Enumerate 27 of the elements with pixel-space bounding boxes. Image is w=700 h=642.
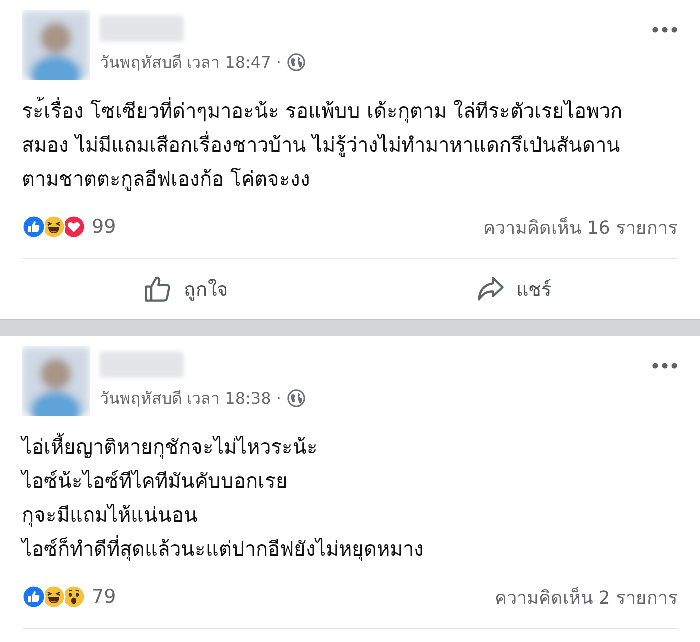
post-text-line: ระ้เรื่อง โซเซียวที่ด่าๆมาอะน้ะ รอแพ้บบ เด้ะกุตาม ใล่ทีระตัวเรยไอพวก xyxy=(22,94,678,128)
post-text-line: ไอซ์น้ะไอซ์ทีไคทีมันคับบอกเรย xyxy=(22,468,289,495)
globe-icon xyxy=(287,389,306,408)
comment-count[interactable]: ความคิดเห็น 2 รายการ xyxy=(495,582,678,612)
post-text-line: ไอซ์ก็ทำดีที่สุดแล้วนะแต่ปากอีฟยังไม่หยุดหมาง xyxy=(22,534,425,564)
like-button[interactable]: ถูกใจ xyxy=(22,259,350,319)
laughing-face-icon xyxy=(42,215,66,239)
like-reaction-icon xyxy=(22,585,46,609)
more-options-icon[interactable] xyxy=(652,26,678,34)
reaction-count[interactable]: 79 xyxy=(92,586,116,608)
like-reaction-icon xyxy=(22,215,46,239)
globe-icon xyxy=(287,53,306,72)
reaction-count[interactable]: 99 xyxy=(92,216,116,238)
laughing-face-icon xyxy=(42,585,66,609)
post-text-line: สมอง ไม่มีแถมเสือกเรื่องชาวบ้าน ไม่รู้ว่างไม่ทำมาหาแดกรึเป่นสันดาน xyxy=(22,130,622,159)
more-options-icon[interactable] xyxy=(652,362,678,370)
post-text-line: กุจะมีแถมไห้แน่นอน xyxy=(22,502,199,530)
post-date[interactable]: วันพฤหัสบดี เวลา 18:38 · xyxy=(100,386,282,411)
share-button[interactable]: แชร์ xyxy=(350,259,678,319)
post-date[interactable]: วันพฤหัสบดี เวลา 18:47 · xyxy=(100,50,282,75)
share-arrow-icon xyxy=(476,275,504,303)
comment-count[interactable]: ความคิดเห็น 16 รายการ xyxy=(484,212,678,242)
post-text-line: ไอ่เหี้ยญาติหายกุชักจะไม่ไหวระน้ะ xyxy=(22,430,678,464)
thumbs-up-icon xyxy=(144,275,172,303)
post-text-line: ตามชาตตะกูลอีฟเองก้อ โค่ตจะงง xyxy=(22,166,312,193)
heart-reaction-icon xyxy=(62,215,86,239)
surprised-face-icon xyxy=(62,585,86,609)
